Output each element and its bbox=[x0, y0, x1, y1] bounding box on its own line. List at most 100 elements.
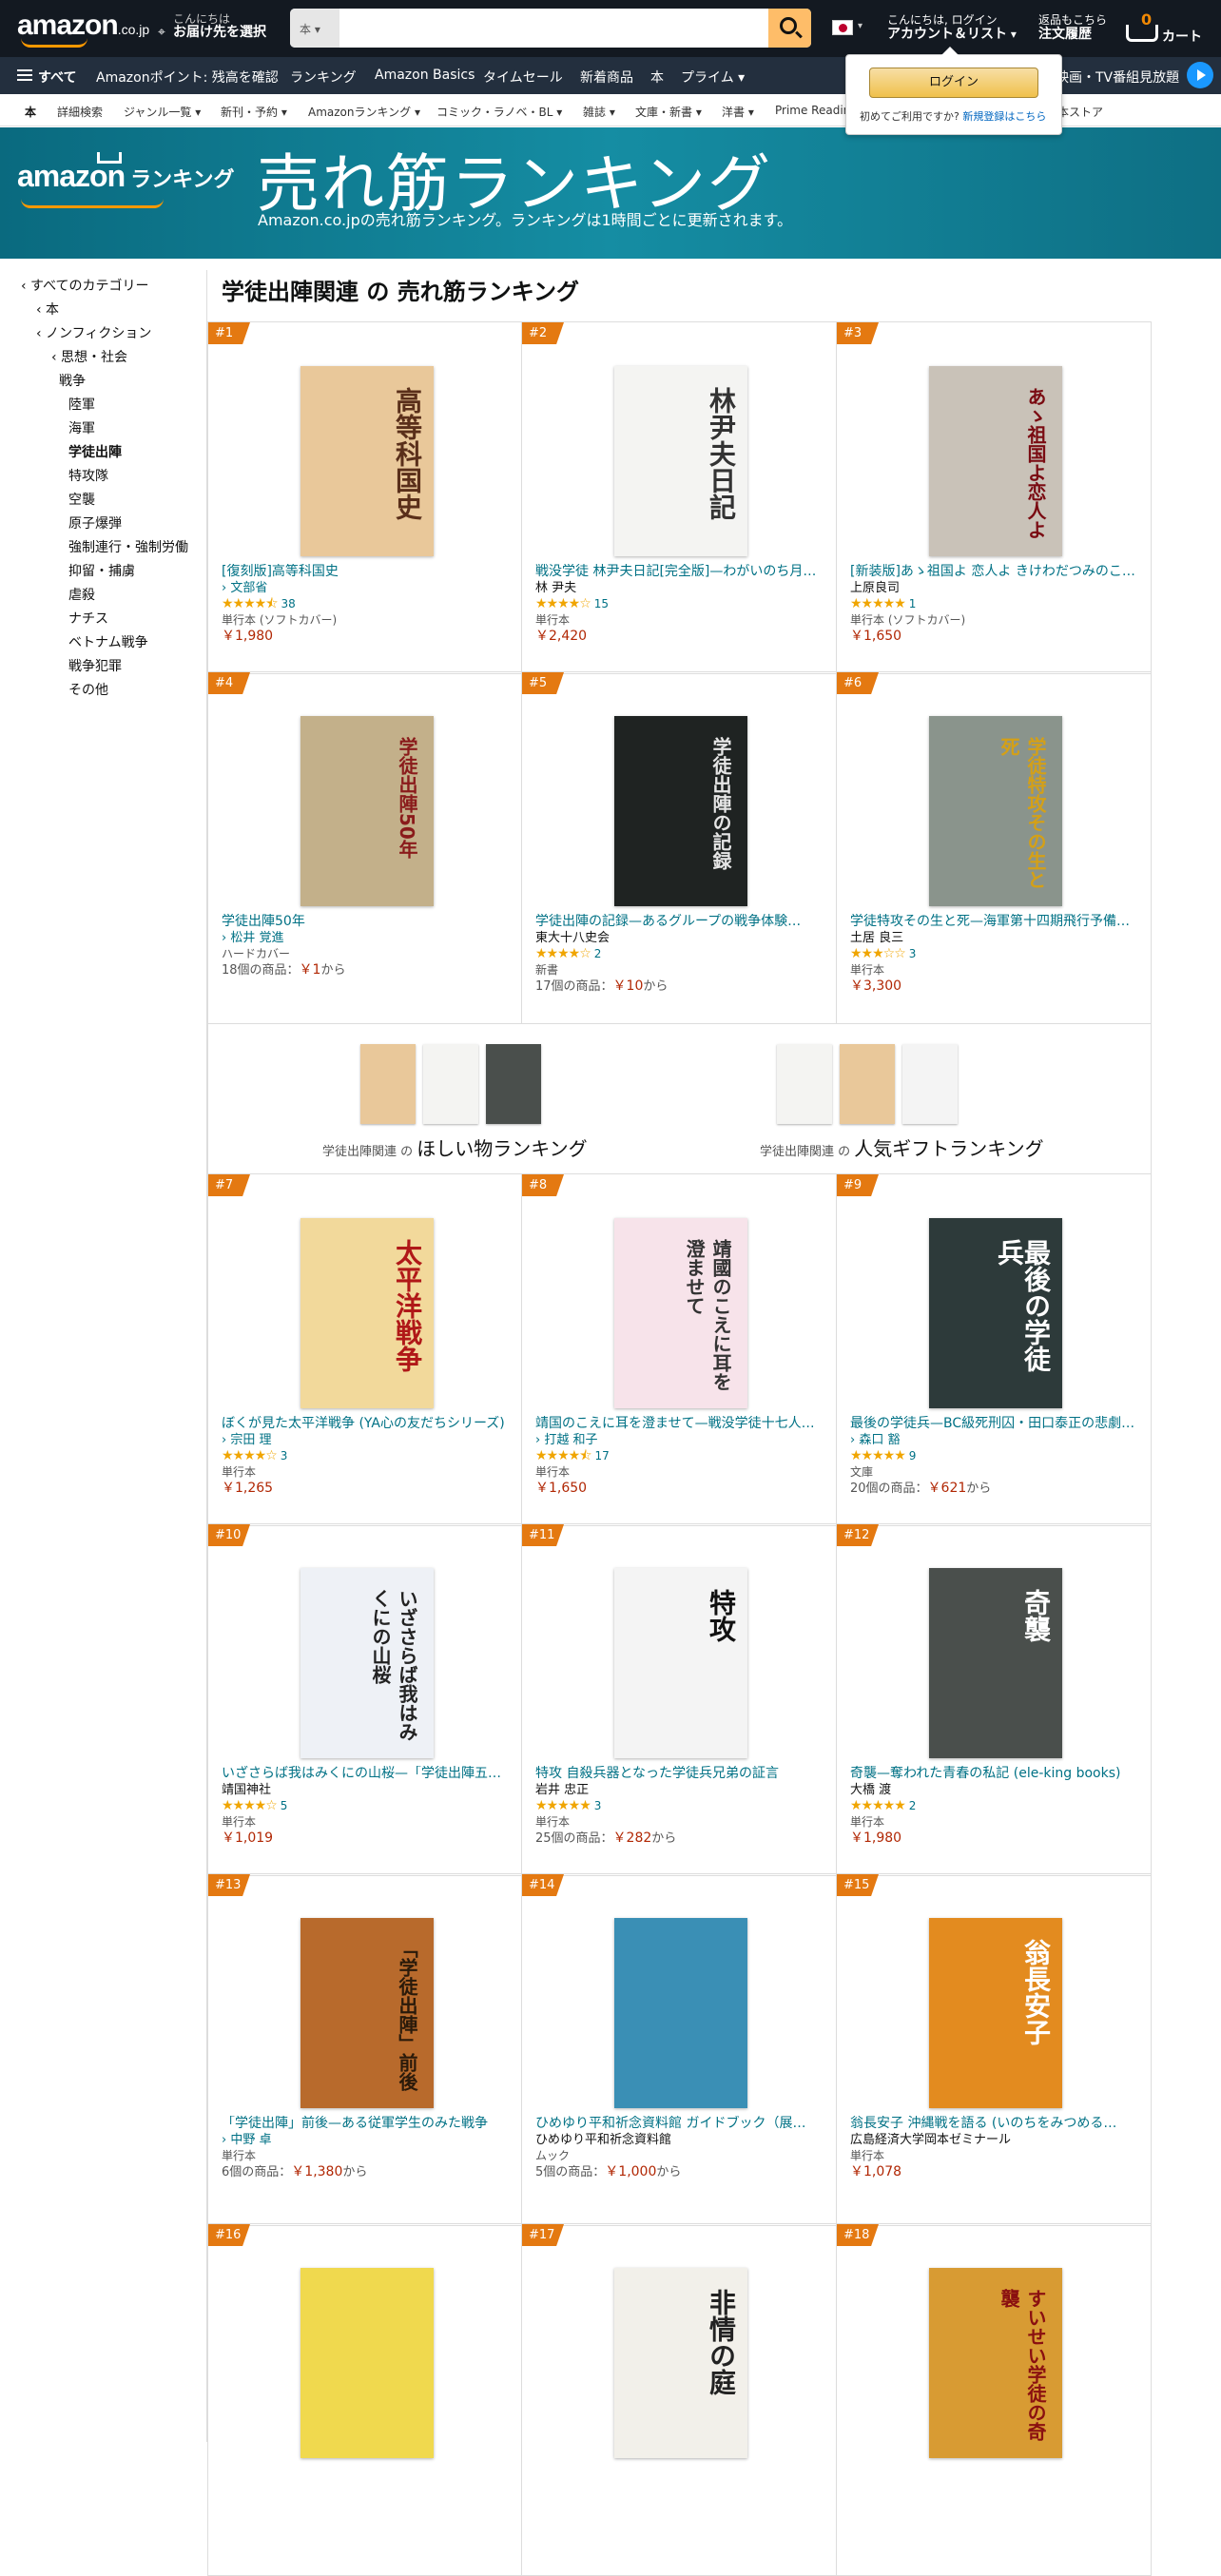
sidebar-item[interactable]: ‹ すべてのカテゴリー bbox=[21, 276, 149, 295]
product-title-link[interactable]: ぼくが見た太平洋戦争 (YA心の友だちシリーズ) bbox=[222, 1416, 512, 1432]
product-author[interactable]: › 松井 覚進 bbox=[222, 930, 512, 946]
product-card[interactable]: #10 いざさらば我はみくにの山桜 いざさらば我はみくにの山桜—「学徒出陣五… 靖国神… bbox=[207, 1524, 522, 1876]
review-count[interactable]: 38 bbox=[281, 597, 295, 610]
offers-link[interactable]: 18個の商品：￥1から bbox=[222, 962, 512, 978]
sidebar-item[interactable]: 陸軍 bbox=[68, 395, 95, 414]
play-icon[interactable] bbox=[1187, 62, 1213, 88]
product-author[interactable]: › 森口 豁 bbox=[850, 1432, 1140, 1448]
sidebar-item[interactable]: 空襲 bbox=[68, 490, 95, 509]
offers-link[interactable]: 20個の商品：￥621から bbox=[850, 1481, 1140, 1497]
sidebar-item[interactable]: ナチス bbox=[68, 609, 108, 628]
product-title-link[interactable]: 戦没学徒 林尹夫日記[完全版]—わがいのち月… bbox=[535, 564, 825, 580]
star-rating[interactable]: ★★★★☆ 5 bbox=[222, 1798, 512, 1814]
sidebar-item[interactable]: 特攻隊 bbox=[68, 466, 108, 485]
review-count[interactable]: 9 bbox=[909, 1449, 917, 1462]
product-title-link[interactable]: 学徒特攻その生と死—海軍第十四期飛行予備… bbox=[850, 914, 1140, 930]
hamburger-menu-icon[interactable] bbox=[17, 69, 32, 71]
sidebar-item[interactable]: 虐殺 bbox=[68, 585, 95, 604]
star-rating[interactable]: ★★★★★ 9 bbox=[850, 1448, 1140, 1464]
star-rating[interactable]: ★★★★☆ 2 bbox=[535, 946, 825, 962]
product-card[interactable]: #12 奇襲 奇襲—奪われた青春の私記 (ele-king books) 大橋 渡 ★★… bbox=[837, 1524, 1152, 1876]
register-link[interactable]: 新規登録はこちら bbox=[962, 110, 1046, 123]
product-title-link[interactable]: 学徒出陣50年 bbox=[222, 914, 512, 930]
product-card[interactable]: #14 ひめゆり平和祈念資料館 ガイドブック（展… ひめゆり平和祈念資料館 ムック 5個… bbox=[522, 1874, 837, 2226]
sidebar-item[interactable]: 原子爆弾 bbox=[68, 513, 122, 533]
subnav-new-releases[interactable]: 新刊・予約 ▾ bbox=[221, 104, 287, 120]
product-card[interactable]: #7 太平洋戦争 ぼくが見た太平洋戦争 (YA心の友だちシリーズ) › 宗田 理 ★★★… bbox=[207, 1174, 522, 1526]
product-card[interactable]: #8 靖國のこえに耳を澄ませて 靖国のこえに耳を澄ませて—戦没学徒十七人… › 打越 … bbox=[522, 1174, 837, 1526]
product-title-link[interactable]: 「学徒出陣」前後—ある従軍学生のみた戦争 bbox=[222, 2116, 512, 2132]
product-card[interactable]: #11 特攻 特攻 自殺兵器となった学徒兵兄弟の証言 岩井 忠正 ★★★★★ 3 単行本 25… bbox=[522, 1524, 837, 1876]
product-card[interactable]: #15 翁長安子 翁長安子 沖縄戦を語る (いのちをみつめる… 広島経済大学岡本ゼミナ… bbox=[837, 1874, 1152, 2226]
subnav-books[interactable]: 本 bbox=[25, 104, 36, 120]
review-count[interactable]: 2 bbox=[909, 1799, 917, 1812]
book-cover-image[interactable]: いざさらば我はみくにの山桜 bbox=[300, 1568, 434, 1758]
account-menu[interactable]: こんにちは, ログイン アカウント＆リスト ▾ bbox=[887, 13, 1017, 42]
sidebar-item[interactable]: 抑留・捕虜 bbox=[68, 561, 135, 580]
product-card[interactable]: #13 「学徒出陣」前後 「学徒出陣」前後—ある従軍学生のみた戦争 › 中野 卓単行本… bbox=[207, 1874, 522, 2226]
book-cover-image[interactable]: 翁長安子 bbox=[929, 1918, 1062, 2108]
star-rating[interactable]: ★★★★⯪ 38 bbox=[222, 596, 512, 612]
product-card[interactable]: #17 非情の庭 bbox=[522, 2224, 837, 2576]
sidebar-item[interactable]: ベトナム戦争 bbox=[68, 632, 148, 651]
product-card[interactable]: #3 あゝ祖国よ恋人よ [新装版]あゝ祖国よ 恋人よ きけわだつみのこ… 上原良司 ★★… bbox=[837, 322, 1152, 674]
book-cover-image[interactable]: 学徒出陣の記録 bbox=[614, 716, 747, 906]
book-cover-image[interactable] bbox=[614, 1918, 747, 2108]
book-cover-image[interactable]: 高等科国史 bbox=[300, 366, 434, 556]
orders-link[interactable]: 返品もこちら 注文履歴 bbox=[1038, 13, 1107, 42]
book-cover-image[interactable]: 特攻 bbox=[614, 1568, 747, 1758]
subnav-bunko[interactable]: 文庫・新書 ▾ bbox=[635, 104, 702, 120]
book-cover-image[interactable]: すいせい学徒の奇襲 bbox=[929, 2268, 1062, 2458]
nav-prime-video[interactable]: 映画・TV番組見放題 bbox=[1056, 68, 1179, 87]
product-card[interactable]: #16 bbox=[207, 2224, 522, 2576]
search-button[interactable] bbox=[768, 9, 811, 48]
product-title-link[interactable]: [復刻版]高等科国史 bbox=[222, 564, 512, 580]
sidebar-item[interactable]: ‹ ノンフィクション bbox=[36, 323, 151, 342]
book-cover-image[interactable]: 最後の学徒兵 bbox=[929, 1218, 1062, 1408]
review-count[interactable]: 3 bbox=[909, 947, 917, 960]
sidebar-item[interactable]: ‹ 思想・社会 bbox=[51, 347, 127, 366]
product-title-link[interactable]: 最後の学徒兵—BC級死刑囚・田口泰正の悲劇… bbox=[850, 1416, 1140, 1432]
product-card[interactable]: #9 最後の学徒兵 最後の学徒兵—BC級死刑囚・田口泰正の悲劇… › 森口 豁 ★★★★… bbox=[837, 1174, 1152, 1526]
review-count[interactable]: 1 bbox=[909, 597, 917, 610]
book-cover-image[interactable]: 非情の庭 bbox=[614, 2268, 747, 2458]
amazon-logo[interactable]: amazon.co.jp bbox=[17, 10, 149, 48]
subnav-book-store[interactable]: 本ストア bbox=[1057, 104, 1103, 120]
book-cover-image[interactable]: 林尹夫日記 bbox=[614, 366, 747, 556]
nav-amazon-basics[interactable]: Amazon Basics bbox=[375, 68, 475, 83]
product-title-link[interactable]: 奇襲—奪われた青春の私記 (ele-king books) bbox=[850, 1766, 1140, 1782]
product-author[interactable]: › 中野 卓 bbox=[222, 2132, 512, 2148]
product-title-link[interactable]: 特攻 自殺兵器となった学徒兵兄弟の証言 bbox=[535, 1766, 825, 1782]
offers-link[interactable]: 6個の商品：￥1,380から bbox=[222, 2164, 512, 2180]
book-cover-image[interactable] bbox=[300, 2268, 434, 2458]
product-title-link[interactable]: ひめゆり平和祈念資料館 ガイドブック（展… bbox=[535, 2116, 825, 2132]
product-card[interactable]: #5 学徒出陣の記録 学徒出陣の記録—あるグループの戦争体験… 東大十八史会 ★★★★☆… bbox=[522, 672, 837, 1024]
book-cover-image[interactable]: 奇襲 bbox=[929, 1568, 1062, 1758]
product-title-link[interactable]: いざさらば我はみくにの山桜—「学徒出陣五… bbox=[222, 1766, 512, 1782]
star-rating[interactable]: ★★★★⯪ 17 bbox=[535, 1448, 825, 1464]
review-count[interactable]: 3 bbox=[281, 1449, 288, 1462]
product-author[interactable]: › 打越 和子 bbox=[535, 1432, 825, 1448]
subnav-magazines[interactable]: 雑誌 ▾ bbox=[583, 104, 615, 120]
sidebar-item[interactable]: 戦争 bbox=[59, 371, 86, 390]
search-input[interactable] bbox=[339, 9, 767, 48]
book-cover-image[interactable]: 太平洋戦争 bbox=[300, 1218, 434, 1408]
nav-ranking[interactable]: ランキング bbox=[290, 68, 357, 87]
review-count[interactable]: 15 bbox=[594, 597, 609, 610]
book-cover-image[interactable]: 学徒特攻その生と死 bbox=[929, 716, 1062, 906]
product-card[interactable]: #1 高等科国史 [復刻版]高等科国史 › 文部省 ★★★★⯪ 38 単行本 (ソフトカバー… bbox=[207, 322, 522, 674]
search-category-select[interactable]: 本 ▾ bbox=[290, 9, 339, 48]
login-button[interactable]: ログイン bbox=[869, 68, 1038, 98]
product-title-link[interactable]: 翁長安子 沖縄戦を語る (いのちをみつめる… bbox=[850, 2116, 1140, 2132]
book-cover-image[interactable]: 靖國のこえに耳を澄ませて bbox=[614, 1218, 747, 1408]
star-rating[interactable]: ★★★★★ 2 bbox=[850, 1798, 1140, 1814]
product-title-link[interactable]: 靖国のこえに耳を澄ませて—戦没学徒十七人… bbox=[535, 1416, 825, 1432]
nav-all[interactable]: すべて bbox=[38, 68, 76, 87]
product-card[interactable]: #4 学徒出陣50年 学徒出陣50年 › 松井 覚進 ハードカバー 18個の商品：￥1から bbox=[207, 672, 522, 1024]
sidebar-item[interactable]: 強制連行・強制労働 bbox=[68, 537, 188, 556]
sidebar-item[interactable]: 戦争犯罪 bbox=[68, 656, 122, 675]
review-count[interactable]: 3 bbox=[594, 1799, 602, 1812]
star-rating[interactable]: ★★★★★ 1 bbox=[850, 596, 1140, 612]
product-card[interactable]: #6 学徒特攻その生と死 学徒特攻その生と死—海軍第十四期飛行予備… 土居 良三 ★★★… bbox=[837, 672, 1152, 1024]
review-count[interactable]: 2 bbox=[594, 947, 602, 960]
